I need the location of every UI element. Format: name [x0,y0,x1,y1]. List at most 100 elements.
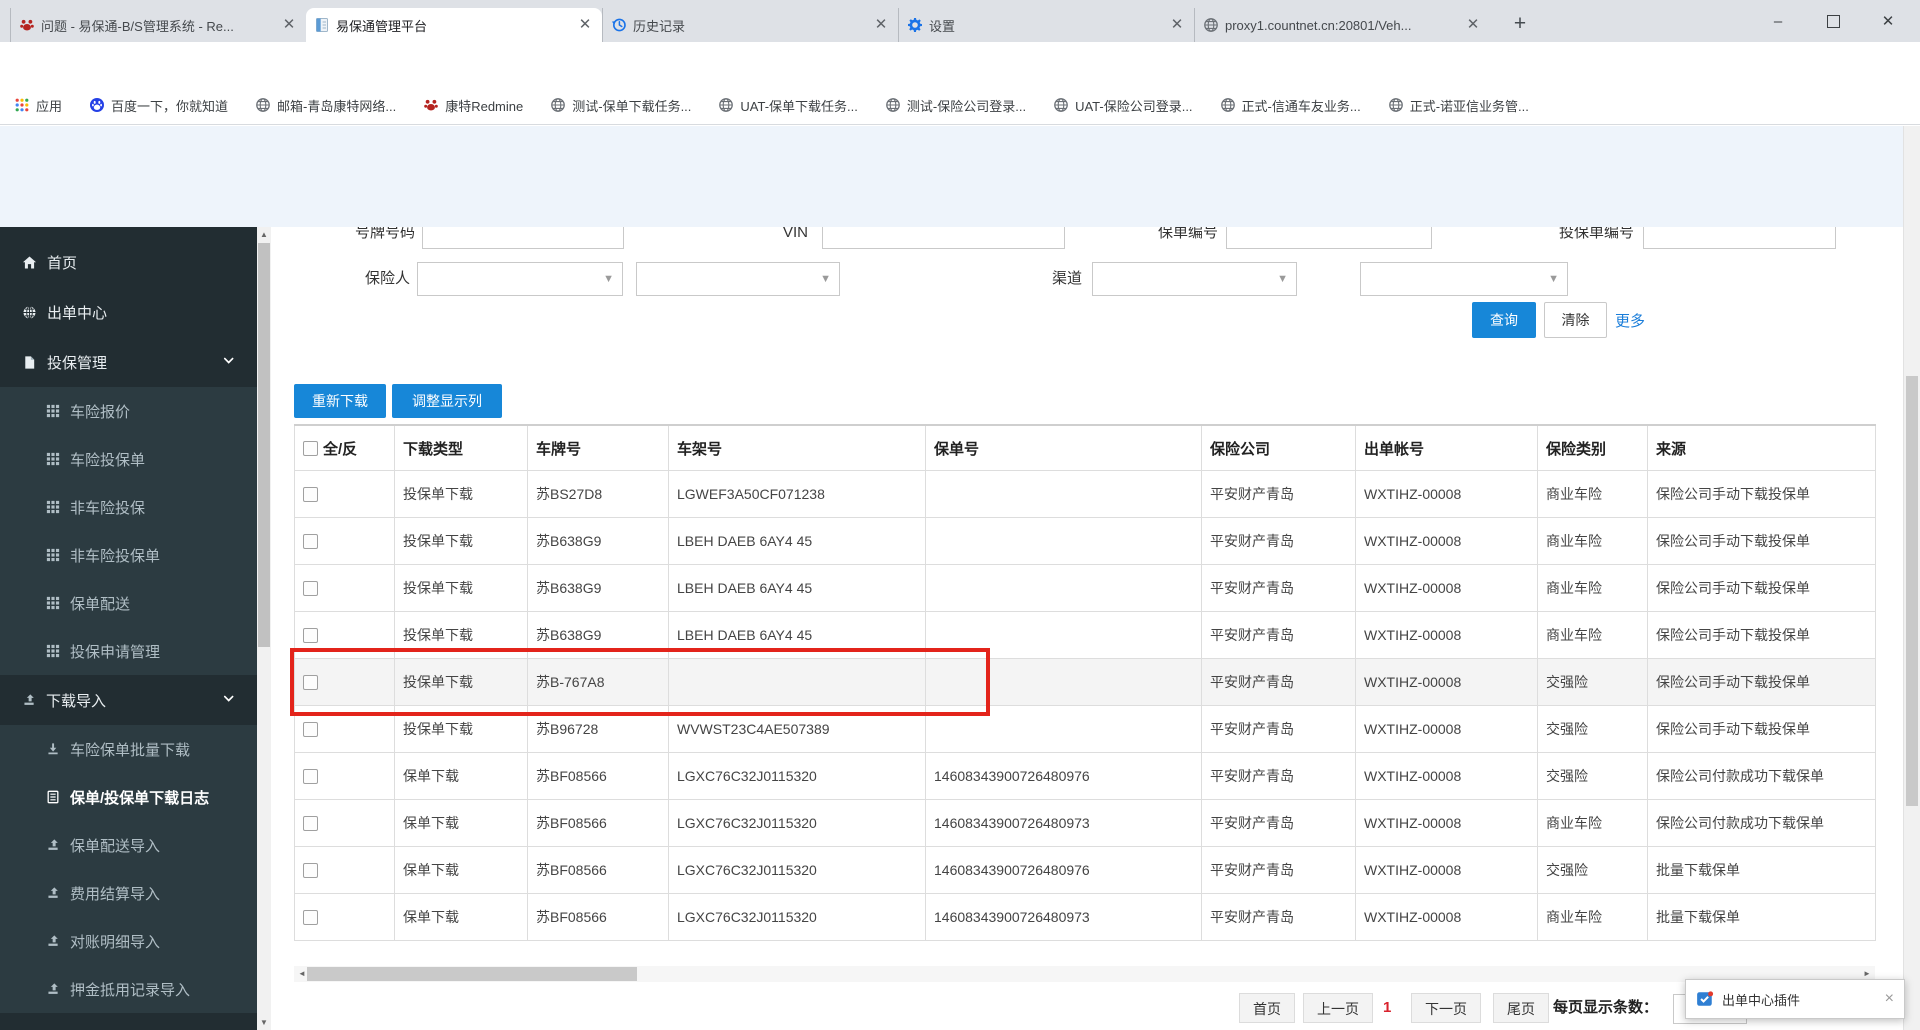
table-cell: 保险公司手动下载投保单 [1647,564,1876,612]
window-scrollbar-thumb[interactable] [1906,376,1918,806]
sidebar-item-非车险投保单[interactable]: 非车险投保单 [0,531,257,579]
channel-select-1[interactable]: ▼ [1092,262,1297,296]
row-checkbox[interactable] [303,769,318,785]
row-checkbox[interactable] [303,910,318,926]
import-icon [46,886,60,900]
bookmark-item[interactable]: 康特Redmine [423,96,523,115]
pagination-prev-button[interactable]: 上一页 [1303,993,1373,1023]
redmine-icon [423,97,439,113]
tab-title: 易保通管理平台 [336,18,428,34]
insurer-select-1[interactable]: ▼ [417,262,623,296]
sidebar-item-label: 费用结算导入 [70,885,161,903]
query-button[interactable]: 查询 [1472,302,1536,338]
window-close-button[interactable]: ✕ [1863,0,1913,42]
sidebar-item-下载导入[interactable]: 下载导入 [0,675,257,725]
browser-tab[interactable]: 问题 - 易保通-B/S管理系统 - Re... ✕ [10,8,306,42]
window-maximize-button[interactable] [1808,0,1858,42]
sidebar-item-车险保单批量下载[interactable]: 车险保单批量下载 [0,725,257,773]
column-header: 保险类别 [1537,424,1648,471]
clear-button[interactable]: 清除 [1544,302,1607,338]
browser-tab[interactable]: 历史记录 ✕ [602,8,898,42]
sidebar-item-投保管理[interactable]: 投保管理 [0,337,257,387]
row-checkbox[interactable] [303,487,318,503]
row-checkbox[interactable] [303,628,318,644]
grid-icon [46,644,60,658]
import-icon [46,838,60,852]
row-select-cell [294,470,395,518]
channel-select-2[interactable]: ▼ [1360,262,1568,296]
bookmark-item[interactable]: 测试-保险公司登录... [885,96,1026,115]
table-cell: 商业车险 [1537,893,1648,941]
popup-close-icon[interactable]: × [1885,990,1894,1008]
horizontal-scrollbar-thumb[interactable] [307,967,637,981]
bookmark-item[interactable]: 正式-信通车友业务... [1220,96,1361,115]
column-header: 车牌号 [527,424,669,471]
window-minimize-button[interactable]: – [1753,0,1803,42]
table-cell: 保险公司付款成功下载保单 [1647,752,1876,800]
table-cell: LGXC76C32J0115320 [668,752,926,800]
content-vertical-scrollbar[interactable]: ▲ ▼ [257,227,271,1030]
row-checkbox[interactable] [303,722,318,738]
bookmark-item[interactable]: 测试-保单下载任务... [550,96,691,115]
sidebar-item-非车险投保[interactable]: 非车险投保 [0,483,257,531]
sidebar-item-费用结算导入[interactable]: 费用结算导入 [0,869,257,917]
table-horizontal-scrollbar[interactable]: ◄ ► [294,966,1875,982]
pagination-last-button[interactable]: 尾页 [1493,993,1549,1023]
table-cell: WXTIHZ-00008 [1355,752,1538,800]
tab-close-icon[interactable]: ✕ [280,16,298,34]
browser-tab[interactable]: proxy1.countnet.cn:20801/Veh... ✕ [1194,8,1490,42]
sidebar-item-首页[interactable]: 首页 [0,237,257,287]
insurer-select-2[interactable]: ▼ [636,262,840,296]
table-cell: 保单下载 [394,752,528,800]
sidebar-item-出单中心[interactable]: 出单中心 [0,287,257,337]
bookmark-item[interactable]: UAT-保单下载任务... [718,96,858,115]
bookmark-item[interactable]: UAT-保险公司登录... [1053,96,1193,115]
sidebar-item-对账明细导入[interactable]: 对账明细导入 [0,917,257,965]
scroll-up-arrow-icon[interactable]: ▲ [257,227,271,242]
tab-close-icon[interactable]: ✕ [872,16,890,34]
sidebar-item-车险投保单[interactable]: 车险投保单 [0,435,257,483]
sidebar-item-押金抵用记录导入[interactable]: 押金抵用记录导入 [0,965,257,1013]
sidebar-item-车险营销[interactable]: 车险营销 [0,1013,257,1030]
search-input-VIN[interactable] [822,227,1065,249]
sidebar-item-保单/投保单下载日志[interactable]: 保单/投保单下载日志 [0,773,257,821]
sidebar-item-保单配送导入[interactable]: 保单配送导入 [0,821,257,869]
row-checkbox[interactable] [303,534,318,550]
select-all-checkbox[interactable] [303,440,318,456]
search-input-保单编号[interactable] [1226,227,1432,249]
adjust-columns-button[interactable]: 调整显示列 [392,384,502,418]
vertical-scrollbar-thumb[interactable] [258,243,270,647]
browser-tab[interactable]: 设置 ✕ [898,8,1194,42]
table-cell: 保险公司付款成功下载保单 [1647,799,1876,847]
sidebar-item-投保申请管理[interactable]: 投保申请管理 [0,627,257,675]
redownload-button[interactable]: 重新下载 [294,384,386,418]
row-select-cell [294,752,395,800]
bookmark-item[interactable]: 应用 [14,96,62,115]
home-icon [22,255,37,270]
tab-close-icon[interactable]: ✕ [1464,16,1482,34]
table-row: 保单下载 苏BF08566 LGXC76C32J0115320 14608343900… [294,893,1876,941]
row-checkbox[interactable] [303,816,318,832]
sidebar-item-label: 非车险投保 [70,499,146,517]
tab-close-icon[interactable]: ✕ [1168,16,1186,34]
search-input-号牌号码[interactable] [422,227,624,249]
globe-icon [885,97,901,113]
pagination-first-button[interactable]: 首页 [1239,993,1295,1023]
scroll-down-arrow-icon[interactable]: ▼ [257,1015,271,1030]
pagination-next-button[interactable]: 下一页 [1411,993,1481,1023]
bookmark-item[interactable]: 邮箱-青岛康特网络... [255,96,396,115]
row-checkbox[interactable] [303,863,318,879]
browser-tab[interactable]: 易保通管理平台 ✕ [306,8,602,42]
sidebar-item-保单配送[interactable]: 保单配送 [0,579,257,627]
window-vertical-scrollbar[interactable] [1903,126,1920,1030]
table-cell: LGWEF3A50CF071238 [668,470,926,518]
more-link[interactable]: 更多 [1615,310,1645,331]
sidebar-item-车险报价[interactable]: 车险报价 [0,387,257,435]
bookmark-item[interactable]: 正式-诺亚信业务管... [1388,96,1529,115]
tab-close-icon[interactable]: ✕ [576,16,594,34]
row-checkbox[interactable] [303,581,318,597]
new-tab-button[interactable]: + [1505,10,1535,40]
search-input-投保单编号[interactable] [1643,227,1836,249]
bookmark-item[interactable]: 百度一下，你就知道 [89,96,228,115]
browser-toolbar: 不安全 proxy1.countnet.cn :20807/Login/Main [0,42,1920,124]
